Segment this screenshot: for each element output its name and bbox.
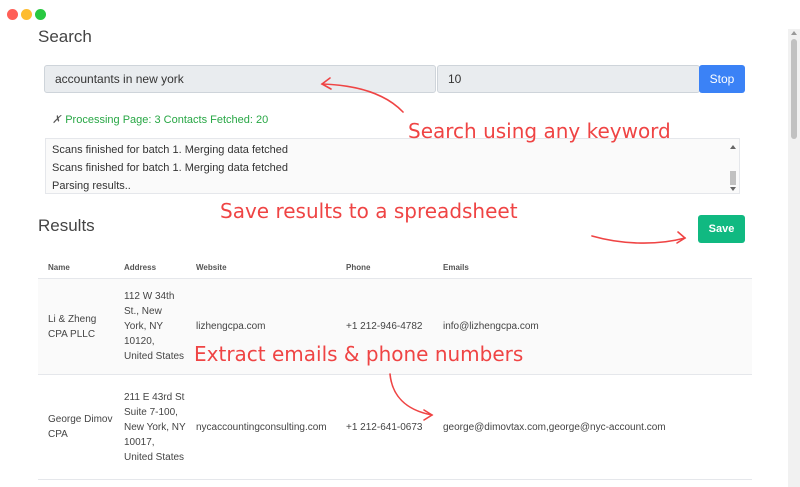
log-output[interactable]: Scans finished for batch 1. Merging data… (45, 138, 740, 194)
x-icon: ✗ (52, 114, 62, 126)
status-text: Processing Page: 3 Contacts Fetched: 20 (65, 114, 269, 126)
search-section-title: Search (38, 27, 92, 46)
scroll-thumb[interactable] (791, 39, 797, 139)
annotation-search: Search using any keyword (408, 119, 671, 143)
log-line: Scans finished for batch 1. Merging data… (52, 162, 289, 174)
log-scroll-up-icon[interactable] (730, 145, 736, 149)
column-header-emails[interactable]: Emails (433, 256, 752, 279)
scroll-up-icon[interactable] (791, 31, 797, 35)
table-row[interactable]: George Dimov CPA 211 E 43rd St Suite 7-1… (38, 374, 752, 480)
cell-emails: george@dimovtax.com,george@nyc-account.c… (433, 374, 752, 480)
cell-name: Li & Zheng CPA PLLC (38, 278, 114, 375)
results-table: Name Address Website Phone Emails Li & Z… (38, 256, 752, 480)
log-scrollbar[interactable] (729, 141, 737, 191)
save-button[interactable]: Save (698, 215, 745, 243)
log-scroll-down-icon[interactable] (730, 187, 736, 191)
log-line: Parsing results.. (52, 180, 131, 192)
annotation-extract: Extract emails & phone numbers (194, 342, 524, 366)
cell-phone: +1 212-641-0673 (336, 374, 433, 480)
close-window-button[interactable] (7, 9, 18, 20)
column-header-website[interactable]: Website (186, 256, 336, 279)
table-header-row: Name Address Website Phone Emails (38, 256, 752, 279)
minimize-window-button[interactable] (21, 9, 32, 20)
keyword-search-input[interactable]: accountants in new york (44, 65, 436, 93)
window-titlebar (0, 0, 800, 29)
cell-address: 211 E 43rd St Suite 7-100, New York, NY … (114, 374, 186, 480)
cell-website: nycaccountingconsulting.com (186, 374, 336, 480)
cell-name: George Dimov CPA (38, 374, 114, 480)
processing-status: ✗ Processing Page: 3 Contacts Fetched: 20 (52, 113, 268, 126)
maximize-window-button[interactable] (35, 9, 46, 20)
column-header-name[interactable]: Name (38, 256, 114, 279)
results-section-title: Results (38, 216, 95, 235)
result-count-input[interactable]: 10 (437, 65, 700, 93)
cell-address: 112 W 34th St., New York, NY 10120, Unit… (114, 278, 186, 375)
log-scroll-thumb[interactable] (730, 171, 736, 185)
log-line: Scans finished for batch 1. Merging data… (52, 144, 289, 156)
column-header-address[interactable]: Address (114, 256, 186, 279)
column-header-phone[interactable]: Phone (336, 256, 433, 279)
stop-button[interactable]: Stop (699, 65, 745, 93)
page-scrollbar[interactable] (788, 29, 800, 487)
annotation-save: Save results to a spreadsheet (220, 199, 518, 223)
